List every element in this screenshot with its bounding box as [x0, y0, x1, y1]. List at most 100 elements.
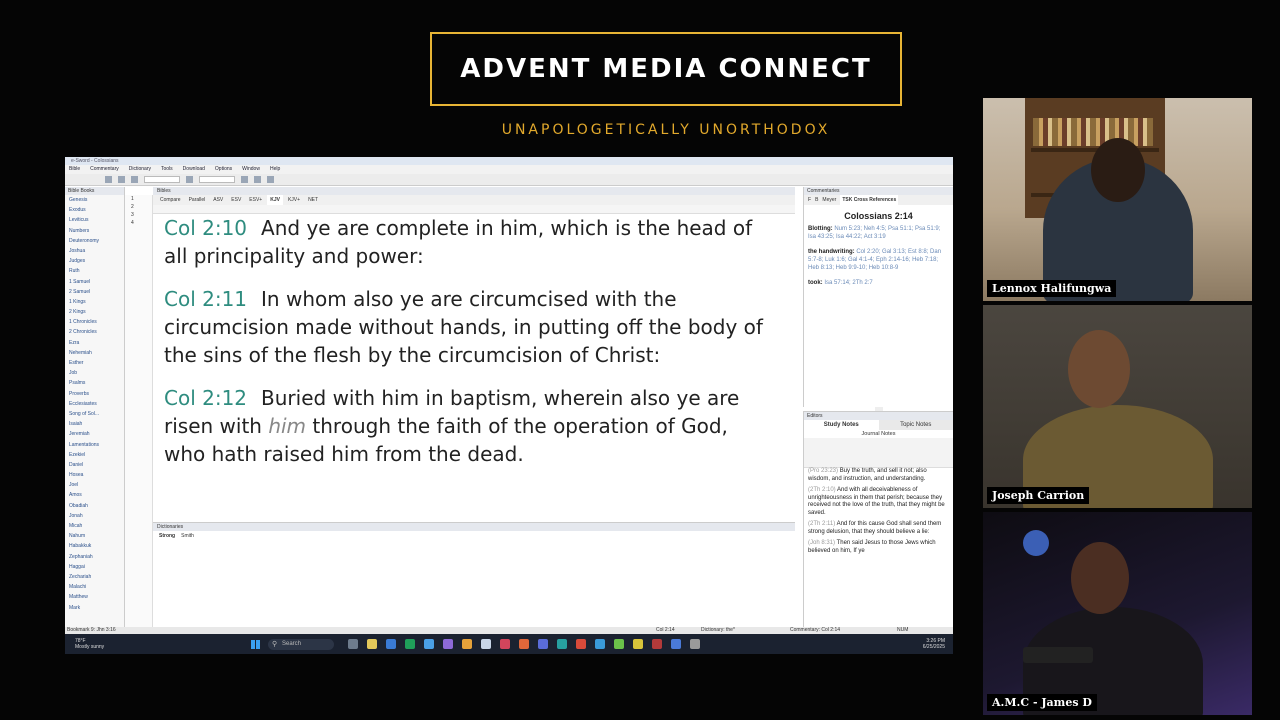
taskbar-clock[interactable]: 3:26 PM 6/25/2025	[923, 638, 945, 650]
book-item[interactable]: Deuteronomy	[69, 236, 124, 246]
book-item[interactable]: 1 Samuel	[69, 277, 124, 287]
book-item[interactable]: Ruth	[69, 266, 124, 276]
verse-ref[interactable]: Col 2:10	[164, 216, 247, 240]
tab-topic-notes[interactable]: Topic Notes	[878, 420, 953, 430]
tab-tsk[interactable]: TSK Cross References	[840, 195, 899, 205]
book-item[interactable]: Ezekiel	[69, 450, 124, 460]
menu-commentary[interactable]: Commentary	[90, 165, 119, 174]
book-item[interactable]: Ezra	[69, 338, 124, 348]
reference-field[interactable]	[144, 176, 180, 183]
book-item[interactable]: Leviticus	[69, 215, 124, 225]
book-item[interactable]: Esther	[69, 358, 124, 368]
book-item[interactable]: Ecclesiastes	[69, 399, 124, 409]
forward-icon[interactable]	[118, 176, 125, 183]
menu-dictionary[interactable]: Dictionary	[129, 165, 151, 174]
app-icon[interactable]	[576, 639, 586, 649]
entry-refs[interactable]: Isa 57:14; 2Th 2:7	[824, 280, 872, 286]
app-icon[interactable]	[443, 639, 453, 649]
book-item[interactable]: Proverbs	[69, 389, 124, 399]
book-item[interactable]: Jeremiah	[69, 429, 124, 439]
menu-options[interactable]: Options	[215, 165, 232, 174]
menu-help[interactable]: Help	[270, 165, 280, 174]
menu-window[interactable]: Window	[242, 165, 260, 174]
book-item[interactable]: Obadiah	[69, 501, 124, 511]
tab-journal-notes[interactable]: Journal Notes	[804, 430, 953, 438]
verse-ref[interactable]: Col 2:12	[164, 386, 247, 410]
book-item[interactable]: 2 Samuel	[69, 287, 124, 297]
book-item[interactable]: Amos	[69, 490, 124, 500]
app-icon[interactable]	[481, 639, 491, 649]
tab-meyer[interactable]: Meyer	[822, 195, 836, 205]
book-item[interactable]: Daniel	[69, 460, 124, 470]
tab-smith[interactable]: Smith	[181, 531, 194, 541]
book-item[interactable]: 1 Kings	[69, 297, 124, 307]
weather-widget[interactable]: 78°F Mostly sunny	[75, 638, 195, 650]
chapter-item[interactable]: 1	[125, 195, 152, 203]
back-icon[interactable]	[105, 176, 112, 183]
edge-icon[interactable]	[386, 639, 396, 649]
app-icon[interactable]	[405, 639, 415, 649]
search-icon[interactable]	[131, 176, 138, 183]
taskbar-search[interactable]: ⚲ Search	[268, 638, 334, 650]
firefox-icon[interactable]	[519, 639, 529, 649]
app-icon[interactable]	[538, 639, 548, 649]
book-item[interactable]: Haggai	[69, 562, 124, 572]
app-icon[interactable]	[614, 639, 624, 649]
book-item[interactable]: Isaiah	[69, 419, 124, 429]
tab-bible-asv[interactable]: ASV	[210, 195, 226, 205]
tab-commentary-b[interactable]: B	[815, 195, 818, 205]
tab-bible-net[interactable]: NET	[305, 195, 321, 205]
app-icon[interactable]	[671, 639, 681, 649]
book-item[interactable]: Matthew	[69, 592, 124, 602]
tab-bible-parallel[interactable]: Parallel	[186, 195, 209, 205]
menu-download[interactable]: Download	[183, 165, 205, 174]
book-item[interactable]: Micah	[69, 521, 124, 531]
tab-bible-kjv-[interactable]: KJV+	[285, 195, 303, 205]
book-item[interactable]: Zechariah	[69, 572, 124, 582]
tab-bible-esv[interactable]: ESV	[228, 195, 244, 205]
tab-study-notes[interactable]: Study Notes	[804, 420, 879, 430]
book-item[interactable]: Habakkuk	[69, 541, 124, 551]
chapter-item[interactable]: 3	[125, 211, 152, 219]
study-ref[interactable]: (Joh 8:31)	[808, 540, 835, 546]
app-icon[interactable]	[652, 639, 662, 649]
app-icon[interactable]	[690, 639, 700, 649]
search-field[interactable]	[199, 176, 235, 183]
book-item[interactable]: Numbers	[69, 226, 124, 236]
print-icon[interactable]	[186, 176, 193, 183]
windows-start-icon[interactable]	[251, 639, 260, 649]
book-item[interactable]: Job	[69, 368, 124, 378]
book-item[interactable]: Judges	[69, 256, 124, 266]
book-item[interactable]: Zephaniah	[69, 552, 124, 562]
tab-bible-compare[interactable]: Compare	[157, 195, 184, 205]
layout-icon[interactable]	[241, 176, 248, 183]
verse-ref[interactable]: Col 2:11	[164, 287, 247, 311]
chapter-item[interactable]: 4	[125, 219, 152, 227]
study-ref[interactable]: (2Th 2:10)	[808, 487, 836, 493]
book-item[interactable]: Exodus	[69, 205, 124, 215]
app-icon[interactable]	[348, 639, 358, 649]
book-item[interactable]: Jonah	[69, 511, 124, 521]
menu-tools[interactable]: Tools	[161, 165, 173, 174]
book-item[interactable]: Malachi	[69, 582, 124, 592]
app-icon[interactable]	[424, 639, 434, 649]
book-item[interactable]: 2 Chronicles	[69, 327, 124, 337]
chapter-item[interactable]: 2	[125, 203, 152, 211]
study-ref[interactable]: (2Th 2:11)	[808, 521, 835, 527]
book-item[interactable]: Mark	[69, 603, 124, 613]
book-item[interactable]: 2 Kings	[69, 307, 124, 317]
book-item[interactable]: 1 Chronicles	[69, 317, 124, 327]
book-item[interactable]: Song of Sol...	[69, 409, 124, 419]
book-item[interactable]: Nehemiah	[69, 348, 124, 358]
tab-bible-esv-[interactable]: ESV+	[246, 195, 265, 205]
book-item[interactable]: Hosea	[69, 470, 124, 480]
study-ref[interactable]: (Pro 23:23)	[808, 468, 838, 474]
layout-icon[interactable]	[254, 176, 261, 183]
chrome-icon[interactable]	[633, 639, 643, 649]
app-icon[interactable]	[500, 639, 510, 649]
tab-strong[interactable]: Strong	[159, 531, 175, 541]
book-item[interactable]: Joel	[69, 480, 124, 490]
folder-icon[interactable]	[367, 639, 377, 649]
app-icon[interactable]	[595, 639, 605, 649]
book-item[interactable]: Psalms	[69, 378, 124, 388]
